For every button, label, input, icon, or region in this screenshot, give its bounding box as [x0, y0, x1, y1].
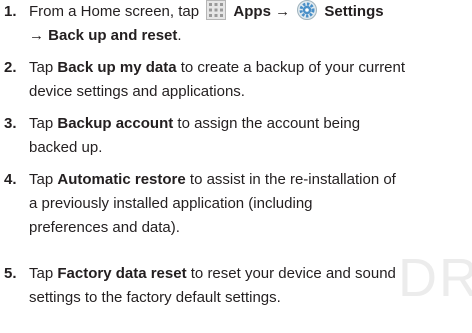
- step-line: a previously installed application (incl…: [29, 195, 313, 212]
- step-text: From a Home screen, tap Apps → Settings …: [29, 0, 469, 48]
- step-text: Tap Back up my data to create a backup o…: [29, 56, 469, 104]
- step-description: to reset your device and sound: [186, 265, 396, 282]
- step-number: 5.: [4, 265, 17, 282]
- step-number: 2.: [4, 59, 17, 76]
- settings-label: Settings: [324, 3, 384, 20]
- option-name: Automatic restore: [57, 171, 186, 188]
- step-number: 1.: [4, 3, 17, 20]
- step-line: device settings and applications.: [29, 83, 245, 100]
- step-intro: Tap: [29, 115, 58, 132]
- option-name: Backup account: [57, 115, 174, 132]
- option-name: Back up my data: [57, 59, 177, 76]
- step-description: to assist in the re-installation of: [185, 171, 396, 188]
- step-text: Tap Factory data reset to reset your dev…: [29, 262, 469, 310]
- period: .: [177, 27, 182, 44]
- step-description: to create a backup of your current: [176, 59, 406, 76]
- apps-grid-icon: [206, 0, 227, 20]
- step-line: preferences and data).: [29, 219, 180, 236]
- step-intro: Tap: [29, 59, 58, 76]
- step-number: 4.: [4, 171, 17, 188]
- step-text: Tap Backup account to assign the account…: [29, 112, 469, 160]
- settings-gear-icon: [297, 0, 318, 20]
- step-text: Tap Automatic restore to assist in the r…: [29, 168, 469, 240]
- step-intro: Tap: [29, 265, 58, 282]
- step-line: backed up.: [29, 139, 103, 156]
- option-name: Factory data reset: [57, 265, 187, 282]
- arrow: →: [275, 3, 291, 20]
- apps-label: Apps: [233, 3, 271, 20]
- step-intro: From a Home screen, tap: [29, 3, 200, 20]
- back-up-and-reset-label: → Back up and reset: [29, 27, 178, 44]
- step-intro: Tap: [29, 171, 58, 188]
- step-number: 3.: [4, 115, 17, 132]
- step-description: to assign the account being: [173, 115, 361, 132]
- step-line: settings to the factory default settings…: [29, 289, 281, 306]
